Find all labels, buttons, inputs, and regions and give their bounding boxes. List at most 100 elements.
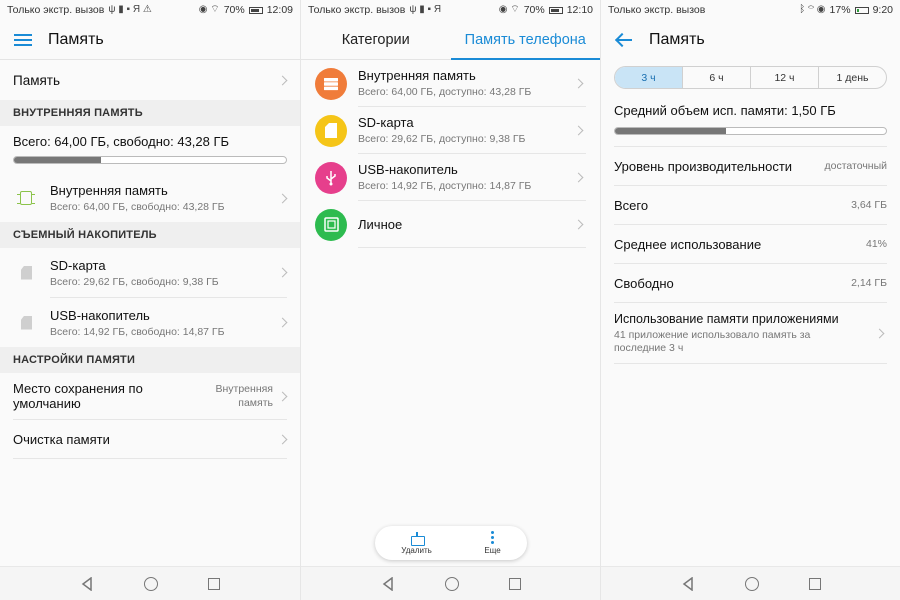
avg-usage-row: Средний объем исп. памяти: 1,50 ГБ (601, 93, 900, 127)
list-item[interactable]: Личное (301, 201, 600, 248)
cleanup-item[interactable]: Очистка памяти (0, 420, 300, 458)
free-value: 2,14 ГБ (851, 277, 887, 289)
avg-usage-label: Средний объем исп. памяти: 1,50 ГБ (614, 102, 836, 118)
total-row: Всего 3,64 ГБ (614, 186, 887, 225)
notification-icons: ψ ▮ ▪ Я (409, 4, 442, 15)
nav-home-icon[interactable] (744, 576, 759, 591)
usb-title: USB-накопитель (50, 307, 150, 323)
section-settings-header: НАСТРОЙКИ ПАМЯТИ (0, 347, 300, 373)
page-title: Память (48, 30, 104, 48)
status-bar: Только экстр. вызов ψ ▮ ▪ Я ⚠ ◉ ⌔ 70% 12… (0, 0, 300, 20)
broom-icon (410, 531, 425, 546)
delete-label: Удалить (401, 545, 432, 555)
app-bar: Память (0, 20, 300, 60)
app-usage-title: Использование памяти приложениями (614, 312, 839, 326)
nav-recent-icon[interactable] (208, 577, 220, 590)
internal-storage-subtitle: Всего: 64,00 ГБ, свободно: 43,28 ГБ (50, 201, 225, 213)
performance-value: достаточный (824, 160, 888, 172)
chevron-right-icon (277, 193, 288, 203)
page-title: Память (649, 31, 705, 48)
screen-ram: Только экстр. вызов ᛒ ⌔ ◉ 17% 9:20 Памят… (600, 0, 900, 600)
status-bar: Только экстр. вызов ᛒ ⌔ ◉ 17% 9:20 (601, 0, 900, 20)
nav-home-icon[interactable] (144, 576, 158, 591)
sd-card-icon (21, 265, 32, 280)
battery-icon (854, 6, 869, 14)
segment-6h[interactable]: 6 ч (682, 67, 750, 88)
screen-storage: Только экстр. вызов ψ ▮ ▪ Я ⚠ ◉ ⌔ 70% 12… (0, 0, 300, 600)
default-location-value: Внутренняя память (215, 383, 273, 409)
sd-card-title: SD-карта (50, 257, 106, 273)
clock: 9:20 (872, 4, 893, 16)
sd-card-item[interactable]: SD-карта Всего: 29,62 ГБ, свободно: 9,38… (0, 248, 300, 297)
carrier-text: Только экстр. вызов (7, 4, 105, 16)
list-item[interactable]: SD-карта Всего: 29,62 ГБ, доступно: 9,38… (301, 107, 600, 154)
app-usage-item[interactable]: Использование памяти приложениями 41 при… (614, 303, 887, 364)
nav-recent-icon[interactable] (508, 577, 521, 590)
tab-bar: Категории Память телефона (301, 20, 600, 60)
average-value: 41% (865, 238, 887, 250)
wifi-icon: ◉ ⌔ (198, 4, 220, 15)
chevron-right-icon (874, 328, 885, 339)
list-item-title: SD-карта (358, 115, 414, 130)
nav-back-icon[interactable] (80, 576, 94, 591)
average-label: Среднее использование (614, 236, 762, 252)
cleanup-label: Очистка памяти (13, 431, 110, 447)
back-arrow-icon[interactable] (615, 32, 633, 48)
bluetooth-icon: ᛒ ⌔ ◉ (799, 4, 826, 15)
segment-1day[interactable]: 1 день (818, 67, 886, 88)
battery-percent: 70% (223, 4, 245, 16)
notification-icons: ψ ▮ ▪ Я ⚠ (108, 4, 152, 15)
chevron-right-icon (277, 317, 288, 328)
nav-back-icon[interactable] (681, 576, 695, 591)
more-button[interactable]: Еще (484, 531, 501, 555)
nav-back-icon[interactable] (381, 576, 395, 591)
battery-icon (248, 6, 263, 14)
list-item-subtitle: Всего: 64,00 ГБ, доступно: 43,28 ГБ (358, 86, 532, 98)
nav-bar (0, 566, 300, 600)
nav-bar (301, 566, 600, 600)
default-location-label: Место сохранения по умолчанию (13, 381, 143, 411)
battery-icon (548, 6, 563, 14)
menu-icon[interactable] (14, 33, 32, 47)
tab-categories[interactable]: Категории (301, 20, 451, 59)
section-internal-header: ВНУТРЕННЯЯ ПАМЯТЬ (0, 100, 300, 126)
chevron-right-icon (277, 75, 288, 85)
list-item[interactable]: USB-накопитель Всего: 14,92 ГБ, доступно… (301, 154, 600, 201)
tab-phone-memory[interactable]: Память телефона (450, 20, 601, 60)
divider (13, 458, 287, 459)
delete-button[interactable]: Удалить (401, 531, 432, 555)
internal-storage-item[interactable]: Внутренняя память Всего: 64,00 ГБ, свобо… (0, 174, 300, 222)
list-item-subtitle: Всего: 29,62 ГБ, доступно: 9,38 ГБ (358, 133, 526, 145)
internal-usage-bar (13, 156, 287, 164)
list-item-title: Личное (358, 216, 403, 232)
list-item[interactable]: Внутренняя память Всего: 64,00 ГБ, досту… (301, 60, 600, 107)
segment-3h[interactable]: 3 ч (615, 67, 682, 88)
list-item-title: USB-накопитель (358, 162, 458, 177)
usb-drive-icon (21, 315, 32, 330)
carrier-text: Только экстр. вызов (308, 4, 406, 16)
battery-percent: 17% (829, 4, 851, 16)
memory-item[interactable]: Память (0, 60, 300, 100)
sd-card-icon (315, 114, 347, 147)
segment-12h[interactable]: 12 ч (750, 67, 818, 88)
internal-summary-row: Всего: 64,00 ГБ, свободно: 43,28 ГБ (0, 126, 300, 156)
memory-item-label: Память (13, 72, 61, 88)
divider (614, 135, 887, 147)
free-label: Свободно (614, 275, 674, 291)
battery-percent: 70% (523, 4, 545, 16)
safe-icon (315, 208, 347, 241)
usb-subtitle: Всего: 14,92 ГБ, свободно: 14,87 ГБ (50, 325, 225, 338)
nav-recent-icon[interactable] (808, 577, 821, 590)
storage-icon (315, 67, 347, 100)
clock: 12:09 (266, 4, 293, 16)
nav-home-icon[interactable] (444, 576, 459, 591)
usb-item[interactable]: USB-накопитель Всего: 14,92 ГБ, свободно… (0, 298, 300, 347)
chevron-right-icon (277, 391, 288, 401)
section-removable-header: СЪЕМНЫЙ НАКОПИТЕЛЬ (0, 222, 300, 248)
free-row: Свободно 2,14 ГБ (614, 264, 887, 303)
sd-card-subtitle: Всего: 29,62 ГБ, свободно: 9,38 ГБ (50, 275, 219, 288)
more-label: Еще (484, 546, 501, 555)
app-bar: Память (601, 20, 900, 60)
storage-category-list: Внутренняя память Всего: 64,00 ГБ, досту… (301, 60, 600, 248)
default-location-item[interactable]: Место сохранения по умолчанию Внутренняя… (0, 373, 300, 419)
